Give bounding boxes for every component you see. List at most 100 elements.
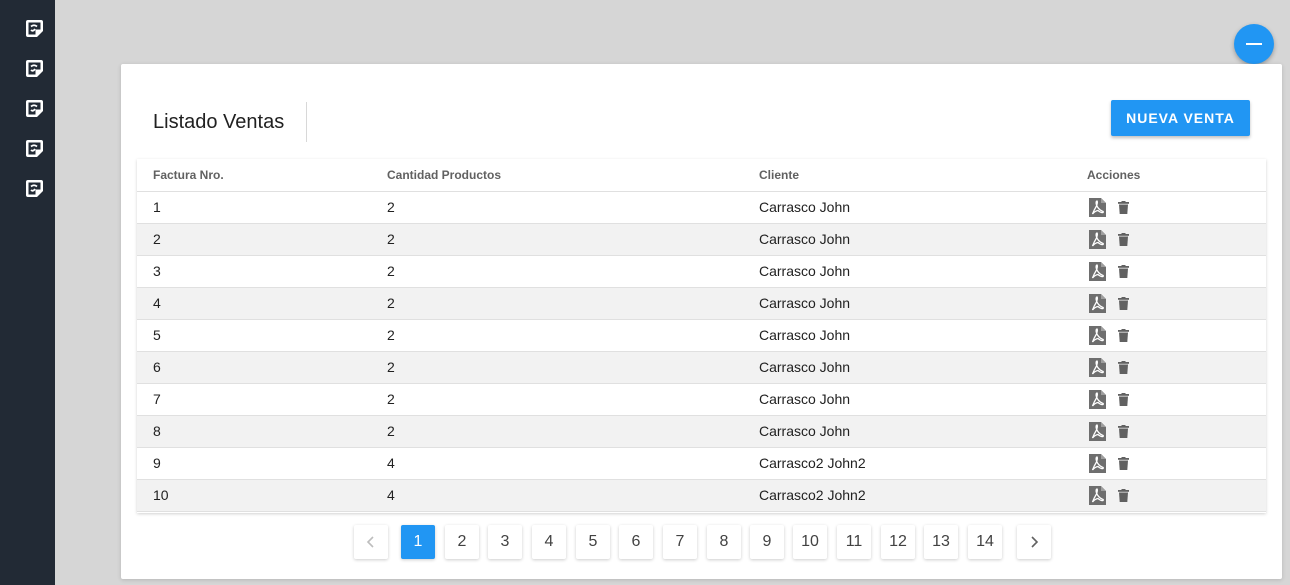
trash-icon[interactable] bbox=[1118, 200, 1129, 214]
cell-factura: 8 bbox=[137, 415, 371, 448]
pdf-icon[interactable] bbox=[1089, 421, 1106, 441]
cell-factura: 10 bbox=[137, 479, 371, 512]
minus-icon bbox=[1246, 43, 1262, 45]
pagination-page-button[interactable]: 4 bbox=[532, 525, 566, 559]
table-header-row: Factura Nro. Cantidad Productos Cliente … bbox=[137, 159, 1266, 192]
cell-acciones bbox=[1071, 415, 1266, 448]
chevron-right-icon bbox=[1031, 536, 1039, 548]
cell-cantidad: 2 bbox=[371, 415, 743, 448]
trash-icon[interactable] bbox=[1118, 232, 1129, 246]
cell-acciones bbox=[1071, 479, 1266, 512]
cell-factura: 9 bbox=[137, 447, 371, 480]
pdf-icon[interactable] bbox=[1089, 325, 1106, 345]
table-row: 6 2 Carrasco John bbox=[137, 351, 1266, 384]
table-row: 9 4 Carrasco2 John2 bbox=[137, 447, 1266, 480]
cell-cantidad: 2 bbox=[371, 383, 743, 416]
table-row: 2 2 Carrasco John bbox=[137, 223, 1266, 256]
pagination-page-button[interactable]: 10 bbox=[793, 525, 827, 559]
pagination-page-button[interactable]: 13 bbox=[924, 525, 958, 559]
pagination-page-button[interactable]: 11 bbox=[837, 525, 871, 559]
cell-cliente: Carrasco2 John2 bbox=[743, 479, 1071, 512]
cell-cliente: Carrasco John bbox=[743, 255, 1071, 288]
cell-factura: 6 bbox=[137, 351, 371, 384]
cell-acciones bbox=[1071, 447, 1266, 480]
pagination-page-button[interactable]: 1 bbox=[401, 525, 435, 559]
cell-acciones bbox=[1071, 287, 1266, 320]
cell-factura: 3 bbox=[137, 255, 371, 288]
pagination-page-button[interactable]: 14 bbox=[968, 525, 1002, 559]
pdf-icon[interactable] bbox=[1089, 197, 1106, 217]
table-row: 4 2 Carrasco John bbox=[137, 287, 1266, 320]
pdf-icon[interactable] bbox=[1089, 357, 1106, 377]
cell-acciones bbox=[1071, 383, 1266, 416]
sticky-note-icon[interactable] bbox=[24, 138, 45, 159]
trash-icon[interactable] bbox=[1118, 264, 1129, 278]
cell-factura: 4 bbox=[137, 287, 371, 320]
table-row: 8 2 Carrasco John bbox=[137, 415, 1266, 448]
cell-cliente: Carrasco John bbox=[743, 191, 1071, 224]
column-header-acciones: Acciones bbox=[1071, 159, 1266, 192]
column-header-cantidad[interactable]: Cantidad Productos bbox=[371, 159, 743, 192]
cell-cantidad: 4 bbox=[371, 479, 743, 512]
pdf-icon[interactable] bbox=[1089, 485, 1106, 505]
sales-list-card: Listado Ventas NUEVA VENTA Factura Nro. … bbox=[121, 64, 1282, 579]
sticky-note-icon[interactable] bbox=[24, 98, 45, 119]
table-row: 1 2 Carrasco John bbox=[137, 191, 1266, 224]
cell-cantidad: 2 bbox=[371, 255, 743, 288]
cell-factura: 1 bbox=[137, 191, 371, 224]
cell-factura: 7 bbox=[137, 383, 371, 416]
cell-cliente: Carrasco2 John2 bbox=[743, 447, 1071, 480]
pagination-page-button[interactable]: 5 bbox=[576, 525, 610, 559]
pagination-page-button[interactable]: 12 bbox=[881, 525, 915, 559]
pagination-page-button[interactable]: 7 bbox=[663, 525, 697, 559]
trash-icon[interactable] bbox=[1118, 488, 1129, 502]
cell-cantidad: 2 bbox=[371, 223, 743, 256]
pagination-page-button[interactable]: 6 bbox=[619, 525, 653, 559]
cell-factura: 2 bbox=[137, 223, 371, 256]
pagination-page-button[interactable]: 9 bbox=[750, 525, 784, 559]
pagination-page-button[interactable]: 2 bbox=[445, 525, 479, 559]
table-row: 7 2 Carrasco John bbox=[137, 383, 1266, 416]
trash-icon[interactable] bbox=[1118, 360, 1129, 374]
trash-icon[interactable] bbox=[1118, 392, 1129, 406]
cell-cliente: Carrasco John bbox=[743, 223, 1071, 256]
cell-cantidad: 2 bbox=[371, 191, 743, 224]
collapse-fab-button[interactable] bbox=[1234, 24, 1274, 64]
pdf-icon[interactable] bbox=[1089, 389, 1106, 409]
sales-table: Factura Nro. Cantidad Productos Cliente … bbox=[137, 159, 1266, 513]
cell-cliente: Carrasco John bbox=[743, 351, 1071, 384]
cell-acciones bbox=[1071, 351, 1266, 384]
pagination-page-button[interactable]: 3 bbox=[488, 525, 522, 559]
table-row: 10 4 Carrasco2 John2 bbox=[137, 479, 1266, 512]
cell-acciones bbox=[1071, 255, 1266, 288]
pdf-icon[interactable] bbox=[1089, 261, 1106, 281]
trash-icon[interactable] bbox=[1118, 456, 1129, 470]
trash-icon[interactable] bbox=[1118, 328, 1129, 342]
pdf-icon[interactable] bbox=[1089, 453, 1106, 473]
cell-acciones bbox=[1071, 191, 1266, 224]
cell-cliente: Carrasco John bbox=[743, 415, 1071, 448]
pdf-icon[interactable] bbox=[1089, 229, 1106, 249]
sticky-note-icon[interactable] bbox=[24, 18, 45, 39]
cell-cantidad: 2 bbox=[371, 319, 743, 352]
column-header-cliente[interactable]: Cliente bbox=[743, 159, 1071, 192]
cell-factura: 5 bbox=[137, 319, 371, 352]
table-row: 3 2 Carrasco John bbox=[137, 255, 1266, 288]
cell-cantidad: 4 bbox=[371, 447, 743, 480]
title-divider bbox=[306, 102, 307, 142]
new-sale-button[interactable]: NUEVA VENTA bbox=[1111, 100, 1250, 136]
pagination-next-button[interactable] bbox=[1017, 525, 1051, 559]
pagination-prev-button[interactable] bbox=[354, 525, 388, 559]
trash-icon[interactable] bbox=[1118, 296, 1129, 310]
cell-cantidad: 2 bbox=[371, 287, 743, 320]
pagination-page-button[interactable]: 8 bbox=[707, 525, 741, 559]
sticky-note-icon[interactable] bbox=[24, 178, 45, 199]
sticky-note-icon[interactable] bbox=[24, 58, 45, 79]
cell-acciones bbox=[1071, 223, 1266, 256]
column-header-factura[interactable]: Factura Nro. bbox=[137, 159, 371, 192]
sidebar bbox=[0, 0, 55, 585]
page-title: Listado Ventas bbox=[153, 111, 285, 133]
cell-cliente: Carrasco John bbox=[743, 383, 1071, 416]
pdf-icon[interactable] bbox=[1089, 293, 1106, 313]
trash-icon[interactable] bbox=[1118, 424, 1129, 438]
